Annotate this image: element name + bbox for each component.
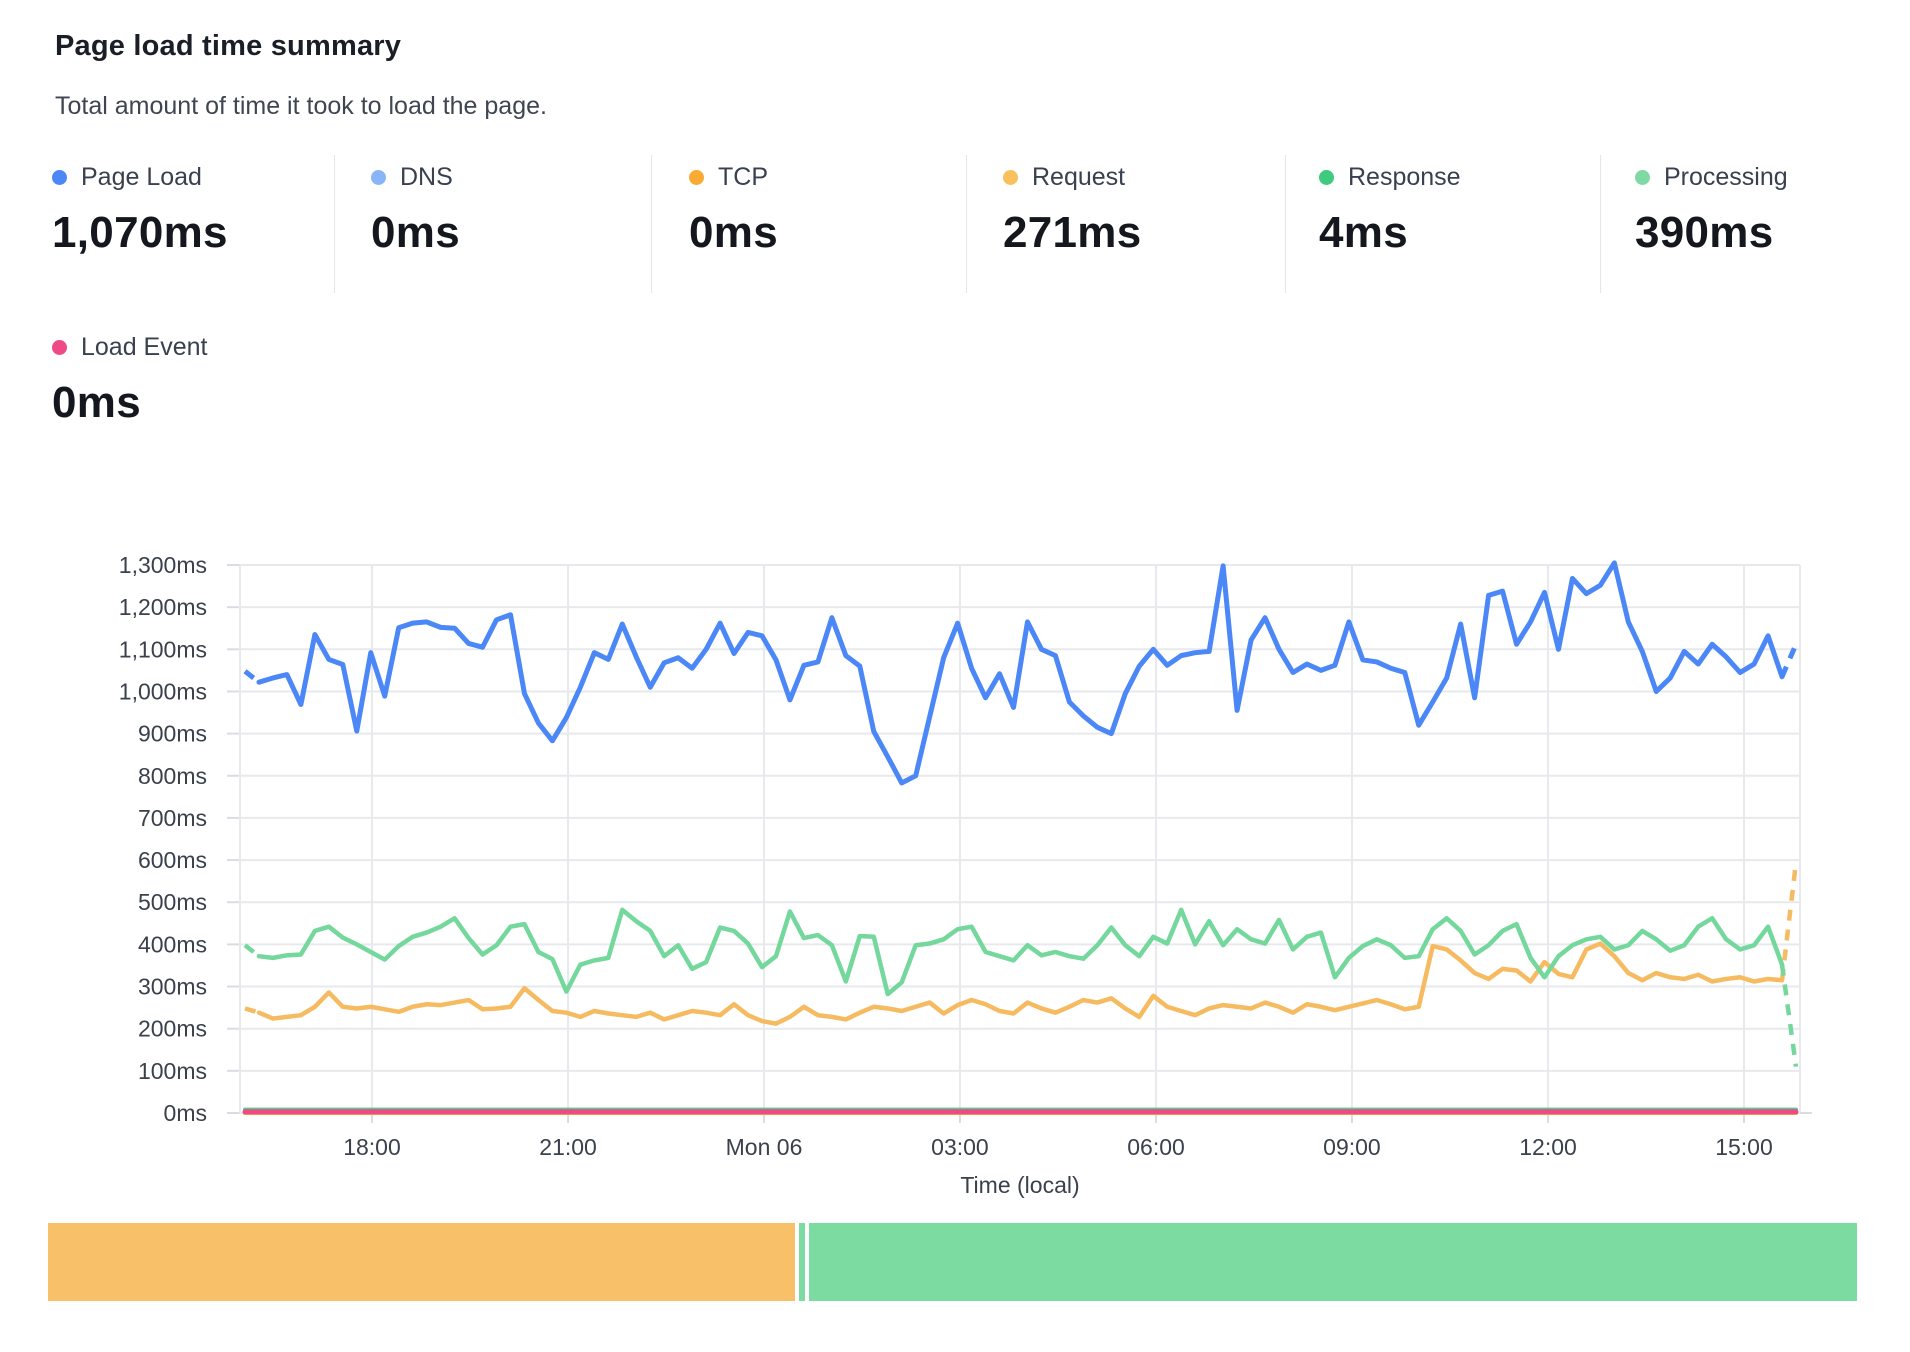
page-load-summary-card: Page load time summary Total amount of t… [0, 0, 1910, 1352]
bar-segment-processing-share [809, 1223, 1857, 1301]
stat-dns: DNS 0ms [371, 163, 460, 258]
stat-label: Page Load [81, 163, 202, 192]
y-axis-label: 300ms [138, 974, 207, 1000]
y-axis-label: 1,200ms [119, 594, 207, 620]
x-axis-label: 18:00 [343, 1134, 401, 1160]
y-axis-label: 200ms [138, 1016, 207, 1042]
stat-tcp: TCP 0ms [689, 163, 778, 258]
y-axis-label: 0ms [164, 1100, 207, 1126]
stat-response: Response 4ms [1319, 163, 1461, 258]
y-axis-label: 100ms [138, 1058, 207, 1084]
page-title: Page load time summary [55, 30, 401, 63]
series-line-request-dash [1782, 862, 1796, 980]
stat-label: Load Event [81, 333, 208, 362]
page-subtitle: Total amount of time it took to load the… [55, 92, 547, 121]
processing-dot-icon [1635, 170, 1650, 185]
series-line-page-load [259, 563, 1782, 783]
stat-value: 0ms [52, 378, 208, 428]
stat-label: DNS [400, 163, 453, 192]
series-line-page-load-dash [245, 671, 259, 682]
stat-divider [1285, 155, 1286, 293]
y-axis-label: 800ms [138, 763, 207, 789]
stat-divider [966, 155, 967, 293]
stat-processing: Processing 390ms [1635, 163, 1788, 258]
x-axis-label: 09:00 [1323, 1134, 1381, 1160]
series-line-processing-dash [245, 945, 259, 956]
y-axis-label: 1,300ms [119, 552, 207, 578]
stat-value: 1,070ms [52, 208, 228, 258]
load-time-line-chart: 0ms 100ms 200ms 300ms 400ms 500ms 600ms 700ms 80… [0, 430, 1910, 1220]
stat-value: 0ms [371, 208, 460, 258]
stat-divider [651, 155, 652, 293]
x-axis-label: Mon 06 [726, 1134, 803, 1160]
y-axis-label: 700ms [138, 805, 207, 831]
x-axis-label: 15:00 [1715, 1134, 1773, 1160]
x-axis-title: Time (local) [960, 1172, 1079, 1198]
y-axis-label: 900ms [138, 721, 207, 747]
x-axis-label: 12:00 [1519, 1134, 1577, 1160]
stat-load-event: Load Event 0ms [52, 333, 208, 428]
load-event-dot-icon [52, 340, 67, 355]
page-load-dot-icon [52, 170, 67, 185]
y-axis-label: 600ms [138, 847, 207, 873]
y-axis-label: 1,000ms [119, 678, 207, 704]
response-dot-icon [1319, 170, 1334, 185]
bar-segment-request-share [48, 1223, 795, 1301]
x-axis-label: 03:00 [931, 1134, 989, 1160]
stat-value: 4ms [1319, 208, 1461, 258]
stat-label: Processing [1664, 163, 1788, 192]
series-line-processing [259, 910, 1782, 994]
request-dot-icon [1003, 170, 1018, 185]
x-axis-label: 06:00 [1127, 1134, 1185, 1160]
stat-request: Request 271ms [1003, 163, 1142, 258]
stat-label: Response [1348, 163, 1461, 192]
x-axis-label: 21:00 [539, 1134, 597, 1160]
y-axis-label: 500ms [138, 889, 207, 915]
y-axis-label: 400ms [138, 931, 207, 957]
stat-page-load: Page Load 1,070ms [52, 163, 228, 258]
stat-label: TCP [718, 163, 768, 192]
y-axis-label: 1,100ms [119, 636, 207, 662]
stat-label: Request [1032, 163, 1125, 192]
stat-value: 271ms [1003, 208, 1142, 258]
stat-value: 390ms [1635, 208, 1788, 258]
stat-value: 0ms [689, 208, 778, 258]
tcp-dot-icon [689, 170, 704, 185]
stat-divider [1600, 155, 1601, 293]
dns-dot-icon [371, 170, 386, 185]
stat-divider [334, 155, 335, 293]
timing-breakdown-bar [48, 1223, 1857, 1301]
